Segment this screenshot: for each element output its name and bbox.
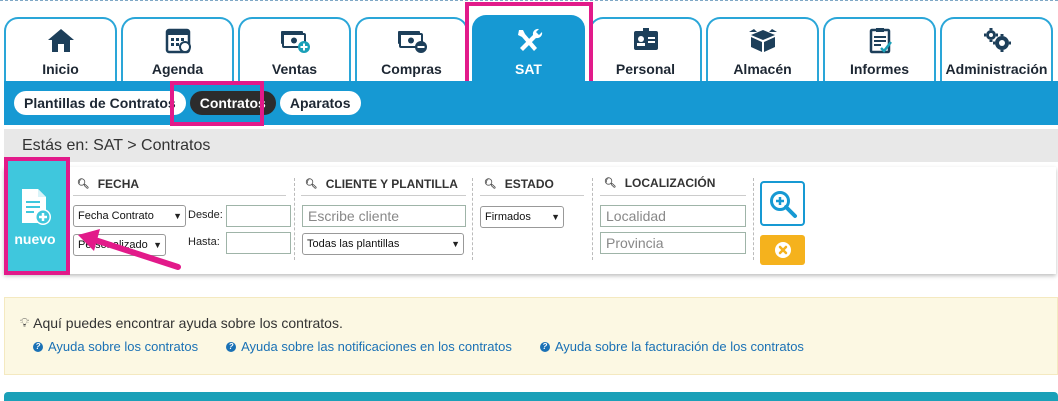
estado-section-title: 🔍︎ ESTADO xyxy=(484,177,554,191)
bottom-section-header xyxy=(4,392,1058,401)
id-card-icon xyxy=(629,25,663,55)
cliente-input[interactable]: Escribe cliente xyxy=(302,205,466,227)
breadcrumb-text: Estás en: SAT > Contratos xyxy=(22,136,211,154)
tab-agenda[interactable]: Agenda xyxy=(121,17,234,81)
tab-ventas[interactable]: Ventas xyxy=(238,17,351,81)
zoom-in-icon xyxy=(769,190,797,218)
help-link-contratos[interactable]: ? Ayuda sobre los contratos xyxy=(33,339,198,354)
subnav-aparatos[interactable]: Aparatos xyxy=(279,91,361,115)
localizacion-title: LOCALIZACIÓN xyxy=(624,176,716,190)
money-minus-icon xyxy=(395,25,429,55)
tab-label: Compras xyxy=(381,61,442,77)
section-divider xyxy=(301,195,466,196)
tab-label: Informes xyxy=(849,61,910,77)
subnav-contratos[interactable]: Contratos xyxy=(189,91,276,115)
cliente-title: CLIENTE Y PLANTILLA xyxy=(325,177,458,191)
cliente-section-title: 🔍︎ CLIENTE Y PLANTILLA xyxy=(305,177,458,191)
nuevo-label: nuevo xyxy=(14,230,56,247)
section-separator xyxy=(472,178,473,260)
plantilla-value: Todas las plantillas xyxy=(307,238,400,250)
clear-filters-button[interactable] xyxy=(760,235,805,265)
tab-sat[interactable]: SAT xyxy=(472,15,585,81)
chevron-down-icon: ▼ xyxy=(153,240,162,250)
estado-select[interactable]: Firmados ▼ xyxy=(480,206,564,228)
help-link-notificaciones[interactable]: ? Ayuda sobre las notificaciones en los … xyxy=(226,339,512,354)
question-icon: ? xyxy=(226,341,237,352)
question-icon: ? xyxy=(33,341,43,352)
localidad-placeholder: Localidad xyxy=(606,208,666,224)
localidad-input[interactable]: Localidad xyxy=(600,205,746,227)
chevron-down-icon: ▼ xyxy=(173,211,182,221)
tab-personal[interactable]: Personal xyxy=(589,17,702,81)
help-title: Aquí puedes encontrar ayuda sobre los co… xyxy=(33,315,343,331)
section-divider xyxy=(480,195,584,196)
section-separator xyxy=(592,178,593,260)
provincia-input[interactable]: Provincia xyxy=(600,232,746,254)
plantilla-select[interactable]: Todas las plantillas ▼ xyxy=(302,233,464,255)
tab-label: SAT xyxy=(515,61,542,77)
help-link-label: Ayuda sobre los contratos xyxy=(48,339,199,354)
localizacion-section-title: 🔍︎ LOCALIZACIÓN xyxy=(604,176,715,190)
help-links: ? Ayuda sobre los contratos ? Ayuda sobr… xyxy=(33,339,804,354)
new-document-icon xyxy=(22,188,51,225)
tab-label: Personal xyxy=(615,61,676,77)
boxes-icon xyxy=(746,25,780,55)
search-icon: 🔍︎ xyxy=(604,177,617,189)
money-plus-icon xyxy=(278,25,312,55)
search-icon: 🔍︎ xyxy=(305,178,318,190)
help-link-label: Ayuda sobre la facturación de los contra… xyxy=(554,339,804,354)
calendar-icon xyxy=(161,25,195,55)
estado-value: Firmados xyxy=(485,211,531,223)
tools-icon xyxy=(512,25,546,55)
tab-almacen[interactable]: Almacén xyxy=(706,17,819,81)
main-tabs: Inicio Agenda Ventas Compras SAT Persona… xyxy=(4,15,1053,83)
section-divider xyxy=(73,195,286,196)
fecha-section-title: 🔍︎ FECHA xyxy=(77,177,139,191)
provincia-placeholder: Provincia xyxy=(606,235,664,251)
tab-label: Ventas xyxy=(271,61,318,77)
nuevo-button[interactable]: nuevo xyxy=(4,161,66,272)
help-panel: 💡︎ Aquí puedes encontrar ayuda sobre los… xyxy=(4,297,1058,375)
clipboard-icon xyxy=(863,25,897,55)
fecha-type-value: Fecha Contrato xyxy=(78,210,154,222)
periodo-value: Personalizado xyxy=(78,239,148,251)
help-link-facturacion[interactable]: ? Ayuda sobre la facturación de los cont… xyxy=(539,339,804,354)
lightbulb-icon: 💡︎ xyxy=(20,315,30,330)
search-button[interactable] xyxy=(760,181,805,226)
section-divider xyxy=(600,195,746,196)
tab-administracion[interactable]: Administración xyxy=(940,17,1053,81)
gears-icon xyxy=(980,25,1014,55)
tab-label: Administración xyxy=(945,61,1048,77)
desde-label: Desde: xyxy=(188,209,223,221)
tab-label: Agenda xyxy=(151,61,204,77)
tab-compras[interactable]: Compras xyxy=(355,17,468,81)
help-title-row: 💡︎ Aquí puedes encontrar ayuda sobre los… xyxy=(20,315,343,331)
chevron-down-icon: ▼ xyxy=(451,239,460,249)
cliente-placeholder: Escribe cliente xyxy=(308,208,400,224)
estado-title: ESTADO xyxy=(504,177,554,191)
desde-input[interactable] xyxy=(226,205,291,227)
fecha-type-select[interactable]: Fecha Contrato ▼ xyxy=(73,205,186,227)
home-icon xyxy=(44,25,78,55)
chevron-down-icon: ▼ xyxy=(551,212,560,222)
hasta-input[interactable] xyxy=(226,232,291,254)
hasta-label: Hasta: xyxy=(188,236,220,248)
question-icon: ? xyxy=(539,341,550,352)
help-link-label: Ayuda sobre las notificaciones en los co… xyxy=(241,339,512,354)
close-icon xyxy=(774,242,791,258)
fecha-title: FECHA xyxy=(97,177,140,191)
breadcrumb: Estás en: SAT > Contratos xyxy=(4,129,1058,162)
search-icon: 🔍︎ xyxy=(77,178,90,190)
sub-navigation: Plantillas de Contratos Contratos Aparat… xyxy=(4,81,1058,125)
search-icon: 🔍︎ xyxy=(484,178,497,190)
section-separator xyxy=(753,178,754,260)
top-dashed-line xyxy=(0,0,1058,10)
periodo-select[interactable]: Personalizado ▼ xyxy=(73,234,166,256)
subnav-plantillas-contratos[interactable]: Plantillas de Contratos xyxy=(14,91,186,115)
tab-inicio[interactable]: Inicio xyxy=(4,17,117,81)
section-separator xyxy=(294,178,295,260)
tab-label: Almacén xyxy=(733,61,792,77)
tab-label: Inicio xyxy=(42,61,79,77)
tab-informes[interactable]: Informes xyxy=(823,17,936,81)
